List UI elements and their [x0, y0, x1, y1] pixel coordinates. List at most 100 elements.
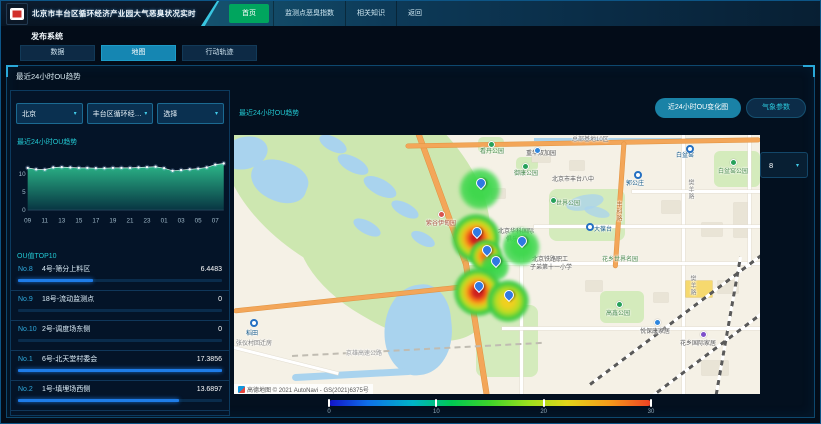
poi-icon	[616, 301, 623, 308]
chevron-down-icon: ▾	[74, 110, 77, 117]
site-name: 2号-调度场东侧	[42, 324, 218, 334]
weather-params-button[interactable]: 气象参数	[746, 98, 806, 118]
svg-text:17: 17	[92, 218, 99, 225]
ou-value: 6.4483	[201, 266, 222, 273]
map-panel-title: 最近24小时OU趋势	[239, 108, 299, 118]
map-label: 高鑫公园	[606, 311, 630, 318]
map-label: 樊羊路	[686, 179, 693, 200]
app-title: 北京市丰台区循环经济产业园大气恶臭状况实时	[32, 1, 196, 26]
map-label: 总部基地10区	[572, 137, 609, 144]
chevron-down-icon: ▾	[796, 162, 799, 169]
svg-text:5: 5	[22, 189, 26, 196]
left-sidebar: 北京▾ 丰台区循环经济产▾ 选择▾ 最近24小时OU趋势 05100911131…	[10, 90, 230, 416]
colorbar-tick-label: 20	[540, 409, 547, 415]
map-park2	[600, 291, 644, 323]
map-section: 最近24小时OU趋势 近24小时OU变化图 气象参数 8 ▾ 高德地图 © 20…	[233, 90, 812, 415]
poi-icon	[438, 211, 445, 218]
app-window: 北京市丰台区循环经济产业园大气恶臭状况实时 首页监测点恶臭指数相关知识返回 发布…	[0, 0, 821, 424]
map-label: 重华双加园	[526, 151, 556, 158]
map-road-w	[748, 135, 751, 267]
map-label: 子弟第十一小学	[530, 265, 572, 272]
map-road-w	[534, 225, 760, 228]
value-bar	[18, 369, 222, 372]
main-panel: 最近24小时OU趋势 北京▾ 丰台区循环经济产▾ 选择▾ 最近24小时OU趋势 …	[6, 65, 815, 418]
colorbar-tick-label: 0	[327, 409, 330, 415]
heatmap-legend: 0102030	[329, 400, 651, 416]
filter-row: 北京▾ 丰台区循环经济产▾ 选择▾	[16, 103, 224, 124]
map-label: 丰科路	[614, 201, 621, 222]
site-name: 18号-流动监测点	[42, 294, 218, 304]
tab-item[interactable]: 行动轨迹	[182, 45, 257, 61]
svg-text:21: 21	[127, 218, 134, 225]
rank-label: No.8	[18, 266, 42, 273]
site-name: 4号-筛分上料区	[42, 264, 201, 274]
top-list-item: No.16号-北天堂村委会17.3856	[11, 351, 229, 381]
nav-item-link[interactable]: 监测点恶臭指数	[273, 1, 345, 26]
header-bar: 北京市丰台区循环经济产业园大气恶臭状况实时 首页监测点恶臭指数相关知识返回	[1, 1, 820, 26]
svg-text:13: 13	[58, 218, 65, 225]
nav-item-link[interactable]: 相关知识	[345, 1, 396, 26]
poi-icon	[654, 319, 661, 326]
map-label: 紫谷伊甸园	[426, 221, 456, 228]
metro-station-icon	[250, 319, 258, 327]
nav-item-active[interactable]: 首页	[229, 4, 269, 23]
chevron-down-icon: ▾	[144, 110, 147, 117]
map-road-w	[502, 327, 760, 330]
map-label: 看丹公园	[480, 149, 504, 156]
rank-label: No.10	[18, 326, 42, 333]
poi-icon	[550, 197, 557, 204]
svg-text:11: 11	[42, 218, 49, 225]
amap-logo-icon	[238, 386, 245, 393]
map-label: 张仪村回迁房	[236, 341, 272, 348]
map-label: 郭公庄	[626, 181, 644, 188]
site-select[interactable]: 选择▾	[157, 103, 224, 124]
rank-label: No.9	[18, 296, 42, 303]
poi-icon	[522, 163, 529, 170]
map-toolbar: 近24小时OU变化图 气象参数	[655, 98, 806, 118]
map-bld	[570, 161, 584, 170]
svg-text:15: 15	[75, 218, 82, 225]
svg-text:07: 07	[212, 218, 219, 225]
map-bld	[734, 203, 748, 237]
tab-active[interactable]: 地图	[101, 45, 176, 61]
nav-item-link[interactable]: 返回	[396, 1, 433, 26]
metro-station-icon	[686, 145, 694, 153]
map-bld	[702, 361, 728, 375]
map-label: 北京市丰台八中	[552, 177, 594, 184]
map-label: 花乡世界名园	[602, 257, 638, 264]
area-chart: 0510091113151719212301030507	[13, 149, 229, 227]
map-label: 大葆台	[594, 227, 612, 234]
panel-title: 最近24小时OU趋势	[16, 71, 81, 82]
ou-value: 0	[218, 296, 222, 303]
map-bld	[586, 281, 602, 291]
site-name: 1号-填埋场西侧	[42, 384, 197, 394]
city-select[interactable]: 北京▾	[16, 103, 83, 124]
map-road-w	[234, 345, 339, 375]
map-label: 京雄高速公路	[346, 351, 382, 358]
map-label: 白盆窑	[676, 153, 694, 160]
map-label: 花乡国际家居	[680, 341, 716, 348]
ou-value: 0	[218, 326, 222, 333]
rank-label: No.1	[18, 356, 42, 363]
park-select[interactable]: 丰台区循环经济产▾	[87, 103, 154, 124]
svg-text:10: 10	[19, 171, 26, 178]
tab-item[interactable]: 数据	[20, 45, 95, 61]
ou-change-chart-button[interactable]: 近24小时OU变化图	[655, 98, 741, 118]
metro-station-icon	[586, 223, 594, 231]
map-water	[292, 368, 412, 381]
svg-text:23: 23	[144, 218, 151, 225]
map-canvas[interactable]: 高德地图 © 2021 AutoNavi - GS(2021)6375号 看丹公…	[234, 135, 760, 394]
colorbar-tick-label: 30	[648, 409, 655, 415]
value-bar	[18, 279, 222, 282]
ou-trend-chart: 0510091113151719212301030507	[13, 149, 229, 227]
trend-chart-title: 最近24小时OU趋势	[17, 137, 77, 147]
app-logo	[6, 3, 28, 25]
rank-label: No.2	[18, 386, 42, 393]
colorbar-tick-label: 10	[433, 409, 440, 415]
view-tabs: 数据地图行动轨迹	[20, 45, 257, 61]
map-label: 稻田	[246, 331, 258, 338]
hour-select[interactable]: 8 ▾	[760, 152, 808, 178]
ou-value: 17.3856	[197, 356, 222, 363]
svg-text:05: 05	[195, 218, 202, 225]
top-list-item: No.918号-流动监测点0	[11, 291, 229, 321]
